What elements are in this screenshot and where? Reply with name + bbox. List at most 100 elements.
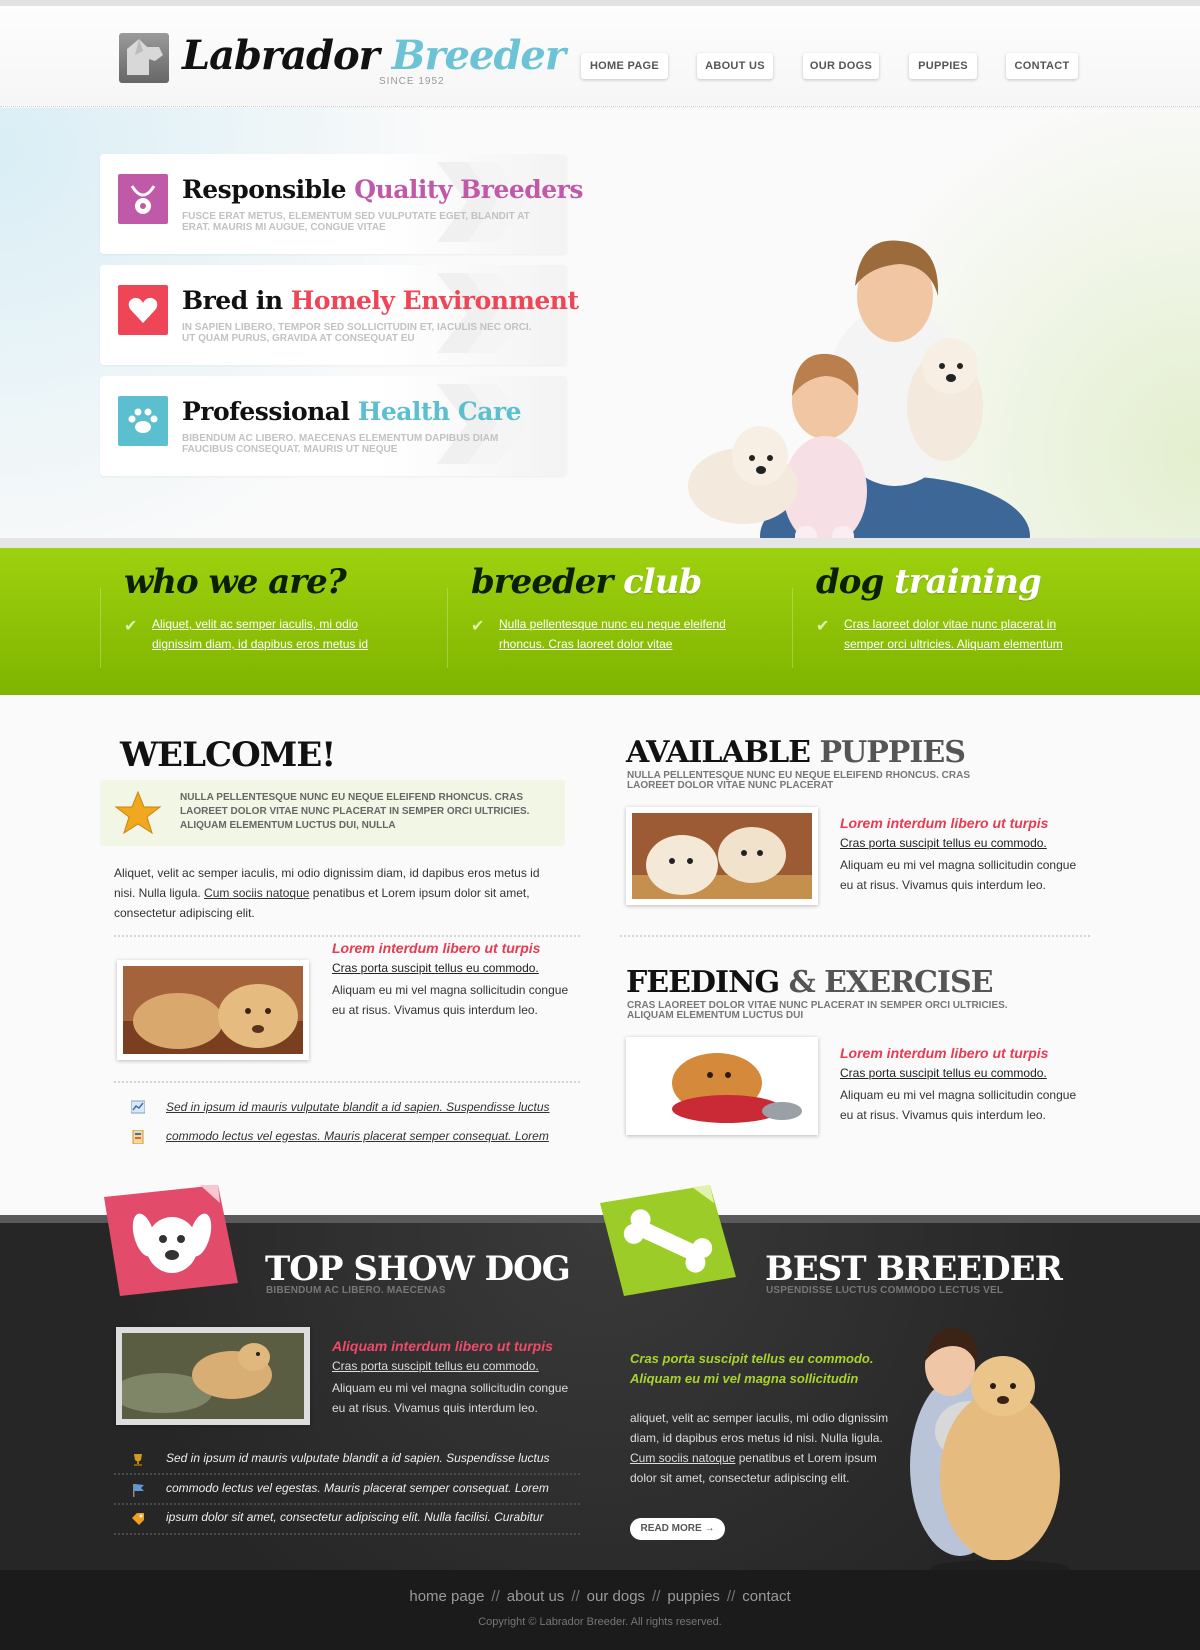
dotted-divider	[114, 935, 580, 937]
logo-word-breeder: Breeder	[391, 32, 566, 79]
divider	[100, 588, 101, 668]
dog-face-tag-icon	[104, 1185, 238, 1296]
dog-feeding-image	[632, 1043, 812, 1129]
chart-icon	[131, 1100, 145, 1114]
feeding-exercise-title: FEEDING & EXERCISE	[626, 965, 993, 1000]
medal-icon	[118, 174, 168, 224]
item-title[interactable]: Aliquam interdum libero ut turpis	[332, 1338, 553, 1354]
footer-separator: //	[491, 1588, 500, 1605]
dark-section: TOP SHOW DOG BIBENDUM AC LIBERO. MAECENA…	[0, 1185, 1200, 1576]
column-title[interactable]: who we are?	[124, 562, 347, 602]
welcome-note-box: NULLA PELLENTESQUE NUNC EU NEQUE ELEIFEN…	[100, 780, 565, 846]
welcome-title: WELCOME!	[120, 735, 336, 775]
available-puppies-desc: NULLA PELLENTESQUE NUNC EU NEQUE ELEIFEN…	[627, 770, 970, 791]
inline-link[interactable]: Cum sociis natoque	[204, 886, 309, 900]
dotted-divider	[114, 1533, 580, 1535]
tag-icon	[132, 1513, 144, 1525]
footer-link-puppies[interactable]: puppies	[667, 1588, 720, 1605]
heart-icon	[118, 285, 168, 335]
feature-title: Bred in Homely Environment	[182, 286, 579, 315]
site-footer: home page // about us // our dogs // puppies //…	[0, 1570, 1200, 1650]
feature-desc: FUSCE ERAT METUS, ELEMENTUM SED VULPUTAT…	[182, 211, 530, 233]
checkmark-icon: ✔	[124, 618, 138, 635]
item-text: Aliquam eu mi vel magna sollicitudin con…	[332, 983, 569, 1017]
dog-feeding-photo[interactable]	[626, 1037, 818, 1135]
nav-our-dogs[interactable]: OUR DOGS	[803, 53, 879, 79]
item-title[interactable]: Lorem interdum libero ut turpis	[840, 1045, 1048, 1061]
inline-link[interactable]: Cum sociis natoque	[630, 1451, 735, 1465]
link-line[interactable]: Sed in ipsum id mauris vulputate blandit…	[166, 1451, 550, 1465]
feature-homely-environment: Bred in Homely Environment IN SAPIEN LIB…	[100, 265, 579, 365]
feature-quality-breeders: Responsible Quality Breeders FUSCE ERAT …	[100, 154, 583, 254]
column-title[interactable]: breeder club	[471, 562, 702, 602]
link-line[interactable]: Sed in ipsum id mauris vulputate blandit…	[166, 1100, 550, 1114]
checkmark-icon: ✔	[471, 618, 485, 635]
item-link[interactable]: Cras porta suscipit tellus eu commodo.	[332, 1359, 539, 1373]
divider	[792, 588, 793, 668]
logo-wordmark[interactable]: Labrador Breeder	[182, 32, 566, 79]
dotted-divider	[620, 935, 1090, 937]
dotted-divider	[114, 1081, 580, 1083]
item-text: Aliquam eu mi vel magna sollicitudin con…	[332, 1381, 569, 1415]
best-breeder-sub: USPENDISSE LUCTUS COMMODO LECTUS VEL	[766, 1285, 1004, 1296]
dotted-divider	[114, 1503, 580, 1505]
column-link[interactable]: Nulla pellentesque nunc eu neque eleifen…	[499, 614, 749, 654]
item-title[interactable]: Lorem interdum libero ut turpis	[332, 940, 540, 956]
checkmark-icon: ✔	[816, 618, 830, 635]
link-line[interactable]: commodo lectus vel egestas. Mauris place…	[166, 1129, 549, 1143]
dog-splashing-photo[interactable]	[112, 1327, 310, 1425]
feature-desc: IN SAPIEN LIBERO, TEMPOR SED SOLLICITUDI…	[182, 322, 532, 344]
footer-link-contact[interactable]: contact	[742, 1588, 790, 1605]
nav-puppies[interactable]: PUPPIES	[909, 53, 977, 79]
copyright: Copyright © Labrador Breeder. All rights…	[478, 1616, 722, 1628]
item-text: Aliquam eu mi vel magna sollicitudin con…	[840, 1088, 1077, 1122]
divider	[447, 588, 448, 668]
footer-separator: //	[726, 1588, 736, 1605]
item-link[interactable]: Cras porta suscipit tellus eu commodo.	[840, 836, 1047, 850]
feature-title: Responsible Quality Breeders	[182, 175, 583, 204]
green-band: who we are? ✔ Aliquet, velit ac semper i…	[0, 548, 1200, 695]
footer-separator: //	[652, 1588, 661, 1605]
dog-splashing-image	[112, 1333, 304, 1419]
footer-link-about-us[interactable]: about us	[507, 1588, 565, 1605]
item-title[interactable]: Lorem interdum libero ut turpis	[840, 815, 1048, 831]
best-breeder-paragraph: aliquet, velit ac semper iaculis, mi odi…	[630, 1411, 889, 1485]
site-header: Labrador Breeder SINCE 1952 HOME PAGE AB…	[0, 6, 1200, 107]
nav-home-page[interactable]: HOME PAGE	[581, 53, 668, 79]
link-line[interactable]: commodo lectus vel egestas. Mauris place…	[166, 1481, 549, 1495]
best-breeder-title: BEST BREEDER	[765, 1249, 1063, 1289]
main-content: WELCOME! NULLA PELLENTESQUE NUNC EU NEQU…	[0, 695, 1200, 1215]
star-icon	[114, 790, 162, 835]
item-link[interactable]: Cras porta suscipit tellus eu commodo.	[332, 961, 539, 975]
trophy-icon	[134, 1454, 142, 1466]
footer-separator: //	[571, 1588, 580, 1605]
paw-icon	[118, 396, 168, 446]
nav-contact[interactable]: CONTACT	[1006, 53, 1078, 79]
logo-since: SINCE 1952	[379, 76, 445, 87]
top-show-dog-title: TOP SHOW DOG	[265, 1249, 571, 1289]
column-link[interactable]: Cras laoreet dolor vitae nunc placerat i…	[844, 614, 1094, 654]
footer-link-home-page[interactable]: home page	[409, 1588, 484, 1605]
nav-about-us[interactable]: ABOUT US	[697, 53, 773, 79]
column-breeder-club: breeder club ✔ Nulla pellentesque nunc e…	[447, 548, 747, 695]
link-line[interactable]: ipsum dolor sit amet, consectetur adipis…	[166, 1510, 544, 1524]
hero: Responsible Quality Breeders FUSCE ERAT …	[0, 108, 1200, 628]
feature-title: Professional Health Care	[182, 397, 522, 426]
feature-health-care: Professional Health Care BIBENDUM AC LIB…	[100, 376, 567, 476]
logo-dog-icon[interactable]	[119, 33, 169, 83]
hero-divider	[0, 538, 1200, 548]
puppies-basket-image	[632, 813, 812, 899]
read-more-button[interactable]: READ MORE →	[630, 1518, 725, 1540]
flag-icon	[133, 1484, 144, 1497]
welcome-note: NULLA PELLENTESQUE NUNC EU NEQUE ELEIFEN…	[180, 792, 530, 831]
top-show-dog-sub: BIBENDUM AC LIBERO. MAECENAS	[266, 1285, 446, 1296]
column-title[interactable]: dog training	[816, 562, 1042, 602]
woman-with-dog-image	[910, 1327, 1070, 1576]
footer-link-our-dogs[interactable]: our dogs	[587, 1588, 645, 1605]
dogs-resting-image	[123, 966, 303, 1054]
item-link[interactable]: Cras porta suscipit tellus eu commodo.	[840, 1066, 1047, 1080]
dogs-resting-photo[interactable]	[117, 960, 309, 1060]
dotted-divider	[114, 1473, 580, 1475]
column-link[interactable]: Aliquet, velit ac semper iaculis, mi odi…	[152, 614, 402, 654]
puppies-photo[interactable]	[626, 807, 818, 905]
